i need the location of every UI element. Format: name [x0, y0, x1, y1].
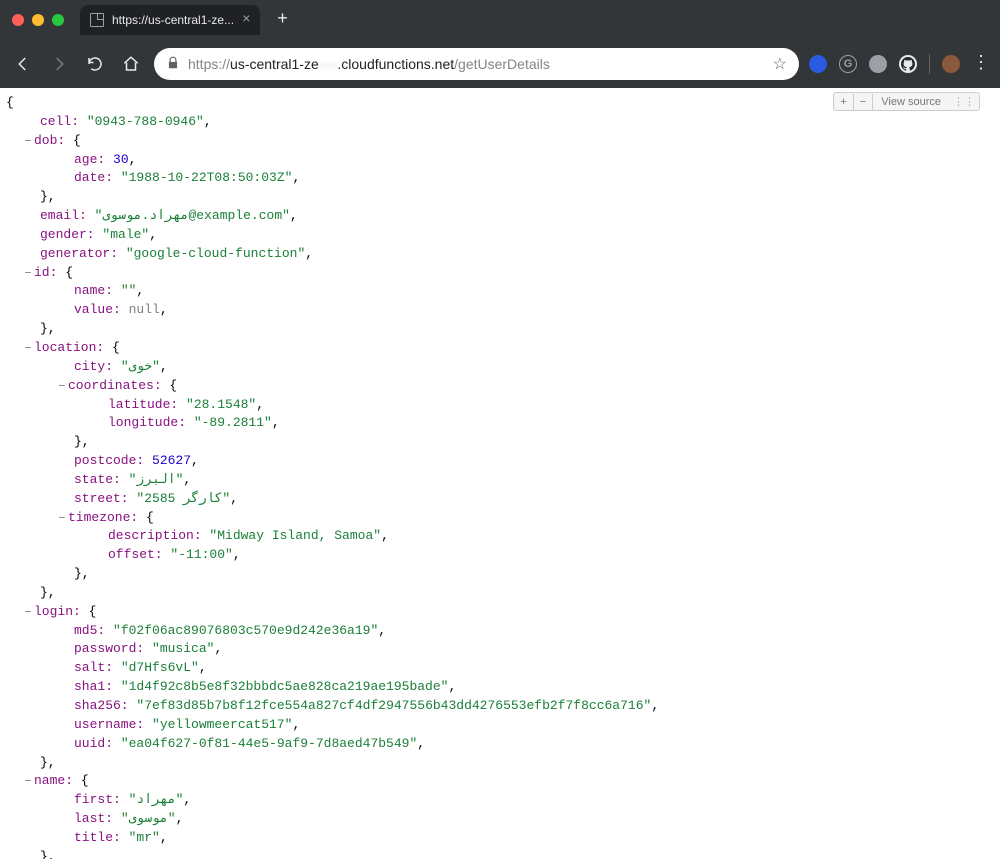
profile-avatar[interactable] — [942, 55, 960, 73]
minimize-window-button[interactable] — [32, 14, 44, 26]
reload-button[interactable] — [82, 51, 108, 77]
json-line: salt: "d7Hfs6vL", — [6, 659, 1000, 678]
toolbar-divider — [929, 54, 930, 74]
tab-title: https://us-central1-ze... — [112, 13, 234, 27]
json-line: }, — [6, 433, 1000, 452]
json-line: }, — [6, 320, 1000, 339]
json-viewer[interactable]: {cell: "0943-788-0946",– dob: {age: 30,d… — [0, 88, 1000, 859]
json-line: cell: "0943-788-0946", — [6, 113, 1000, 132]
json-line: street: "2585 کارگر", — [6, 490, 1000, 509]
extension-icon-github[interactable] — [899, 55, 917, 73]
grip-icon: ⋮⋮ — [949, 93, 979, 110]
json-line: email: "مهراد.موسوی@example.com", — [6, 207, 1000, 226]
collapse-toggle-icon[interactable]: – — [24, 264, 34, 283]
back-button[interactable] — [10, 51, 36, 77]
browser-chrome: https://us-central1-ze... × + https://us… — [0, 0, 1000, 88]
json-line: title: "mr", — [6, 829, 1000, 848]
collapse-toggle-icon[interactable]: – — [24, 339, 34, 358]
json-line: postcode: 52627, — [6, 452, 1000, 471]
json-line: – location: { — [6, 339, 1000, 358]
close-window-button[interactable] — [12, 14, 24, 26]
json-line: value: null, — [6, 301, 1000, 320]
json-line: – login: { — [6, 603, 1000, 622]
json-line: longitude: "-89.2811", — [6, 414, 1000, 433]
json-line: }, — [6, 188, 1000, 207]
json-line: offset: "-11:00", — [6, 546, 1000, 565]
json-line: first: "مهراد", — [6, 791, 1000, 810]
json-line: – dob: { — [6, 132, 1000, 151]
json-line: gender: "male", — [6, 226, 1000, 245]
new-tab-button[interactable]: + — [268, 6, 296, 34]
collapse-toggle-icon[interactable]: – — [24, 132, 34, 151]
json-line: }, — [6, 584, 1000, 603]
json-line: description: "Midway Island, Samoa", — [6, 527, 1000, 546]
json-line: name: "", — [6, 282, 1000, 301]
url-text: https://us-central1-ze····.cloudfunction… — [188, 56, 765, 72]
json-line: – coordinates: { — [6, 377, 1000, 396]
collapse-toggle-icon[interactable]: – — [24, 603, 34, 622]
json-line: uuid: "ea04f627-0f81-44e5-9af9-7d8aed47b… — [6, 735, 1000, 754]
json-line: – name: { — [6, 772, 1000, 791]
address-bar[interactable]: https://us-central1-ze····.cloudfunction… — [154, 48, 799, 80]
collapse-toggle-icon[interactable]: – — [58, 509, 68, 528]
page-icon — [90, 13, 104, 27]
json-line: latitude: "28.1548", — [6, 396, 1000, 415]
home-button[interactable] — [118, 51, 144, 77]
json-line: }, — [6, 565, 1000, 584]
forward-button[interactable] — [46, 51, 72, 77]
browser-menu-button[interactable]: ⋮ — [972, 55, 990, 73]
close-tab-button[interactable]: × — [242, 13, 250, 27]
json-line: sha1: "1d4f92c8b5e8f32bbbdc5ae828ca219ae… — [6, 678, 1000, 697]
json-line: username: "yellowmeercat517", — [6, 716, 1000, 735]
expand-all-button[interactable]: + — [834, 94, 853, 110]
browser-tab[interactable]: https://us-central1-ze... × — [80, 5, 260, 35]
maximize-window-button[interactable] — [52, 14, 64, 26]
extension-icon-g[interactable]: G — [839, 55, 857, 73]
json-line: md5: "f02f06ac89076803c570e9d242e36a19", — [6, 622, 1000, 641]
extension-icon-3[interactable] — [869, 55, 887, 73]
extension-icons: G ⋮ — [809, 54, 990, 74]
json-line: }, — [6, 754, 1000, 773]
json-line: – id: { — [6, 264, 1000, 283]
json-line: age: 30, — [6, 151, 1000, 170]
tab-bar: https://us-central1-ze... × + — [0, 0, 1000, 40]
json-line: date: "1988-10-22T08:50:03Z", — [6, 169, 1000, 188]
json-line: sha256: "7ef83d85b7b8f12fce554a827cf4df2… — [6, 697, 1000, 716]
bookmark-star-icon[interactable]: ☆ — [773, 54, 787, 74]
json-line: city: "خوی", — [6, 358, 1000, 377]
json-line: }, — [6, 848, 1000, 859]
view-source-widget: + − View source ⋮⋮ — [833, 92, 980, 111]
json-line: state: "البرز", — [6, 471, 1000, 490]
extension-icon-1[interactable] — [809, 55, 827, 73]
collapse-toggle-icon[interactable]: – — [58, 377, 68, 396]
toolbar: https://us-central1-ze····.cloudfunction… — [0, 40, 1000, 88]
collapse-all-button[interactable]: − — [854, 94, 873, 110]
lock-icon — [166, 56, 180, 73]
collapse-toggle-icon[interactable]: – — [24, 772, 34, 791]
view-source-link[interactable]: View source — [873, 94, 949, 110]
json-line: last: "موسوی", — [6, 810, 1000, 829]
window-controls — [12, 14, 64, 26]
json-line: – timezone: { — [6, 509, 1000, 528]
json-line: password: "musica", — [6, 640, 1000, 659]
json-line: generator: "google-cloud-function", — [6, 245, 1000, 264]
